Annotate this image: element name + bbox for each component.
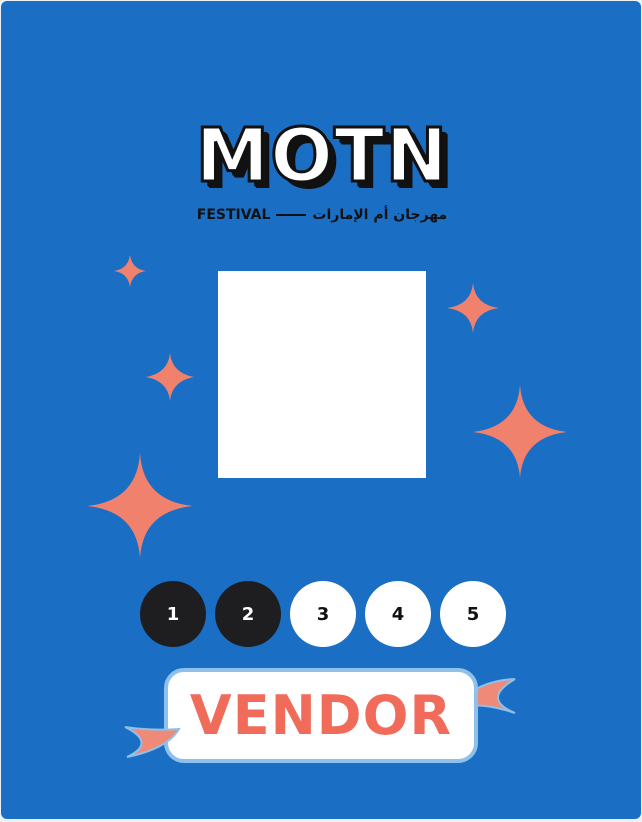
logo-subtitle: FESTIVAL مهرجان أم الإمارات — [1, 207, 641, 223]
subtitle-arabic: مهرجان أم الإمارات — [312, 207, 448, 223]
photo-placeholder — [218, 271, 426, 478]
step-label: 2 — [241, 603, 255, 625]
step-1: 1 — [140, 581, 206, 647]
sparkle-icon — [473, 385, 567, 478]
step-2: 2 — [215, 581, 281, 647]
step-label: 3 — [316, 603, 330, 625]
badge-card: MOTN FESTIVAL مهرجان أم الإمارات 1 2 3 4 … — [1, 1, 641, 819]
sparkle-icon — [447, 283, 499, 333]
step-3: 3 — [290, 581, 356, 647]
subtitle-dash — [276, 214, 307, 216]
progress-steps: 1 2 3 4 5 — [140, 581, 506, 647]
subtitle-latin: FESTIVAL — [196, 207, 271, 223]
step-label: 5 — [466, 603, 480, 625]
vendor-label: VENDOR — [189, 684, 453, 747]
logo-title: MOTN — [194, 113, 449, 199]
sparkle-icon — [114, 255, 146, 287]
vendor-badge: VENDOR — [164, 668, 478, 763]
step-4: 4 — [365, 581, 431, 647]
step-label: 1 — [166, 603, 180, 625]
crescent-left-icon — [124, 726, 181, 758]
step-5: 5 — [440, 581, 506, 647]
sparkle-icon — [146, 353, 194, 401]
step-label: 4 — [391, 603, 405, 625]
sparkle-icon — [87, 453, 193, 558]
